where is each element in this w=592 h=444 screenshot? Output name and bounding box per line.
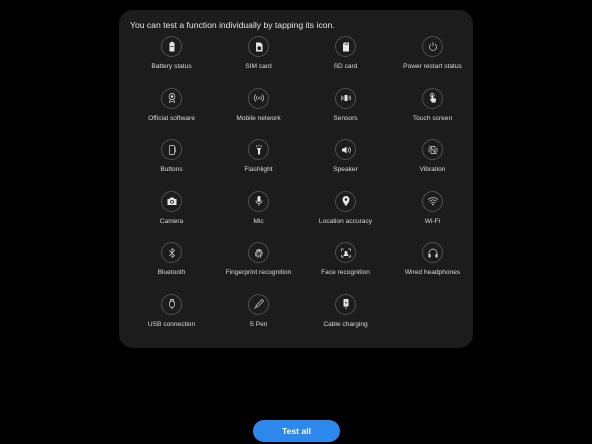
diagnostics-panel: You can test a function individually by … [119,10,473,348]
test-label: Touch screen [412,114,453,122]
test-label: SIM card [245,63,272,70]
vibration-icon[interactable] [422,139,443,160]
cable-charging-icon[interactable] [335,293,356,315]
sd-card-icon[interactable] [335,36,356,57]
usb-connection-icon[interactable] [161,293,182,315]
power-restart-icon[interactable] [422,36,443,57]
test-tile-touch-screen[interactable]: Touch screen [389,87,476,140]
test-grid: Battery status SIM card SD card Power resta… [128,36,463,345]
fingerprint-icon[interactable] [248,242,269,263]
test-tile-wifi[interactable]: Wi-Fi [389,190,476,243]
intro-text: You can test a function individually by … [130,20,335,30]
bluetooth-icon[interactable] [161,242,182,263]
test-label: Mic [253,217,264,225]
test-tile-usb-connection[interactable]: USB connection [128,293,215,346]
camera-icon[interactable] [161,190,182,212]
test-tile-official-software[interactable]: Official software [128,87,215,140]
test-tile-fingerprint[interactable]: Fingerprint recognition [215,242,302,294]
test-tile-camera[interactable]: Camera [128,190,215,243]
flashlight-icon[interactable] [248,139,269,160]
official-software-icon[interactable] [161,87,182,109]
test-tile-sim-card[interactable]: SIM card [215,36,302,88]
speaker-icon[interactable] [335,139,356,160]
test-tile-buttons[interactable]: Buttons [128,139,215,191]
test-label: S Pen [249,320,268,328]
touch-screen-icon[interactable] [422,87,443,109]
test-label: Cable charging [323,320,368,328]
mobile-network-icon[interactable] [248,87,269,109]
location-icon[interactable] [335,190,356,212]
test-label: Flashlight [244,166,273,173]
test-tile-face-recognition[interactable]: Face recognition [302,242,389,294]
test-label: Camera [159,217,184,225]
test-label: Bluetooth [157,269,186,276]
test-label: Face recognition [321,269,370,276]
s-pen-icon[interactable] [248,293,269,315]
test-label: Buttons [160,166,183,173]
face-recognition-icon[interactable] [335,242,356,263]
test-tile-mic[interactable]: Mic [215,190,302,243]
sensors-icon[interactable] [335,87,356,109]
test-tile-bluetooth[interactable]: Bluetooth [128,242,215,294]
test-tile-speaker[interactable]: Speaker [302,139,389,191]
sim-card-icon[interactable] [248,36,269,57]
test-label: Vibration [419,166,446,173]
test-tile-sd-card[interactable]: SD card [302,36,389,88]
test-tile-power-restart[interactable]: Power restart status [389,36,476,88]
test-label: Wi-Fi [424,217,441,225]
test-tile-battery[interactable]: Battery status [128,36,215,88]
test-tile-sensors[interactable]: Sensors [302,87,389,140]
test-tile-cable-charging[interactable]: Cable charging [302,293,389,346]
test-label: Battery status [151,63,192,70]
test-label: Speaker [333,166,358,173]
test-tile-headphones[interactable]: Wired headphones [389,242,476,294]
test-label: Fingerprint recognition [225,269,292,276]
test-label: Mobile network [236,114,281,122]
test-tile-vibration[interactable]: Vibration [389,139,476,191]
buttons-icon[interactable] [161,139,182,160]
test-label: SD card [333,63,358,70]
test-label: Location accuracy [318,217,373,225]
test-tile-s-pen[interactable]: S Pen [215,293,302,346]
test-label: Wired headphones [404,269,461,276]
wifi-icon[interactable] [422,190,443,212]
test-tile-flashlight[interactable]: Flashlight [215,139,302,191]
test-label: Power restart status [403,63,462,70]
test-tile-location[interactable]: Location accuracy [302,190,389,243]
mic-icon[interactable] [248,190,269,212]
test-label: Official software [148,114,195,122]
test-tile-mobile-network[interactable]: Mobile network [215,87,302,140]
test-label: Sensors [333,114,358,122]
test-label: USB connection [147,320,196,328]
test-all-button[interactable]: Test all [253,420,340,442]
headphones-icon[interactable] [422,242,443,263]
battery-icon[interactable] [161,36,182,57]
